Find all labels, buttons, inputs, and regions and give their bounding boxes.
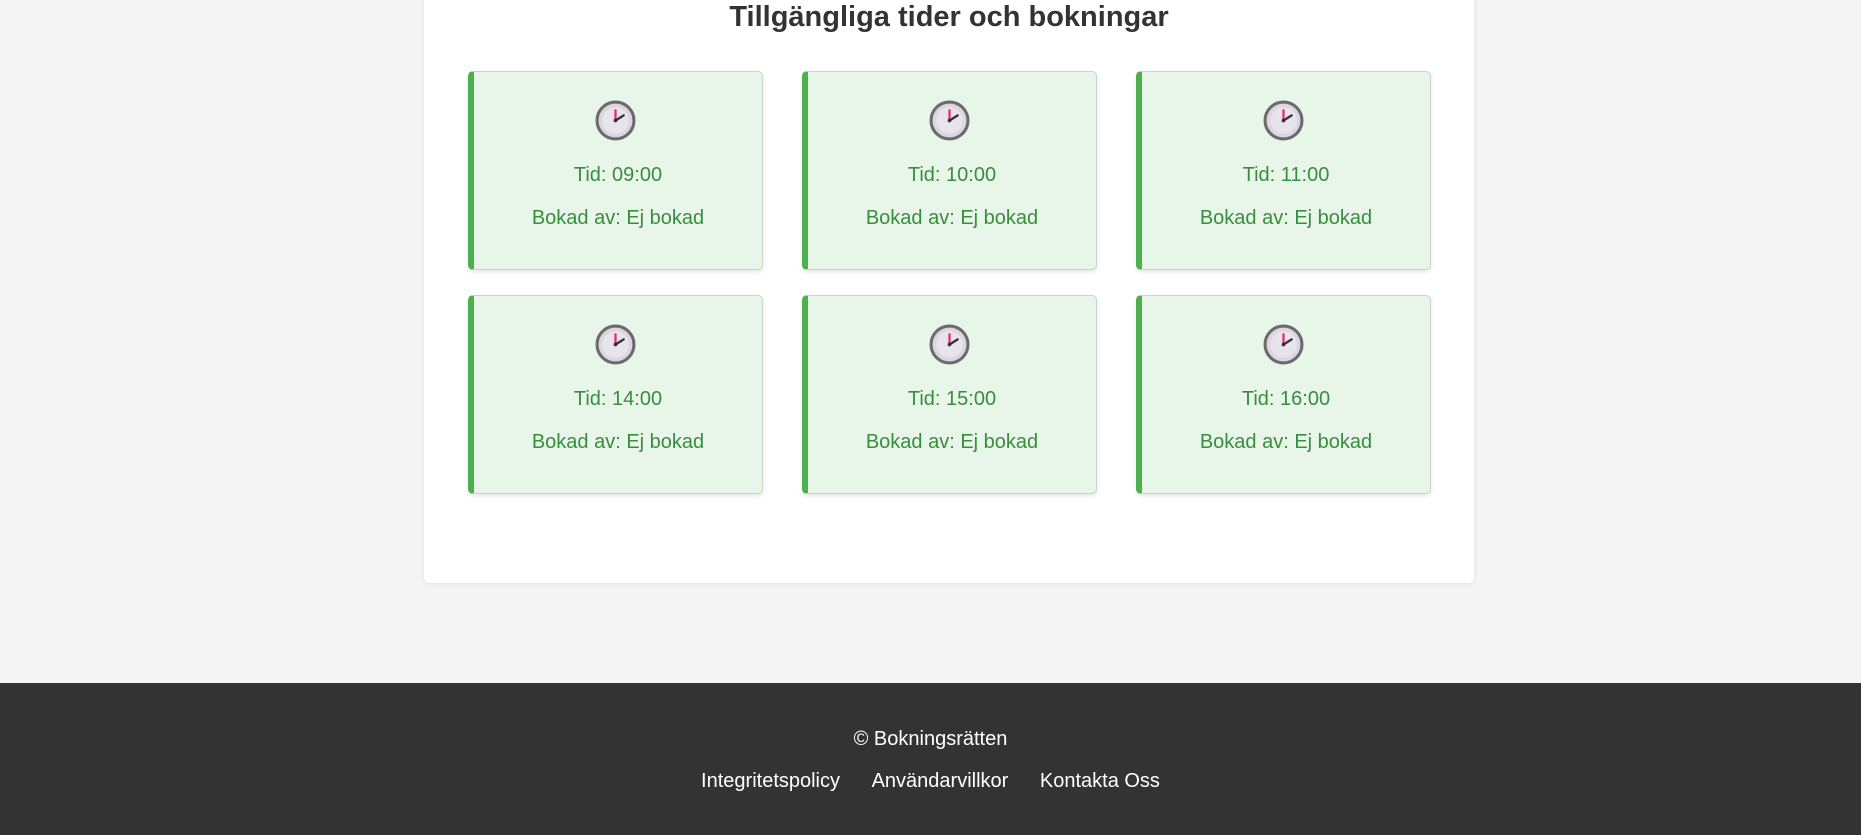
slot-time: Tid: 14:00 — [573, 388, 663, 410]
clock-icon — [1263, 324, 1304, 365]
slot-booked-by: Bokad av: Ej bokad — [531, 207, 705, 229]
slot-time: Tid: 09:00 — [573, 164, 663, 186]
slot-booked-by: Bokad av: Ej bokad — [1199, 431, 1373, 453]
footer-link-terms[interactable]: Användarvillkor — [872, 770, 1009, 792]
footer-link-privacy-policy[interactable]: Integritetspolicy — [701, 770, 840, 792]
footer-links: Integritetspolicy Användarvillkor Kontak… — [0, 770, 1861, 793]
slot-booked-by: Bokad av: Ej bokad — [531, 431, 705, 453]
time-slot-card[interactable]: Tid: 09:00 Bokad av: Ej bokad — [468, 71, 763, 270]
footer-link-contact[interactable]: Kontakta Oss — [1040, 770, 1160, 792]
time-slot-card[interactable]: Tid: 16:00 Bokad av: Ej bokad — [1136, 295, 1431, 494]
slot-booked-by: Bokad av: Ej bokad — [1199, 207, 1373, 229]
clock-icon — [595, 100, 636, 141]
clock-icon — [595, 324, 636, 365]
clock-icon — [929, 324, 970, 365]
clock-icon — [929, 100, 970, 141]
slot-booked-by: Bokad av: Ej bokad — [865, 431, 1039, 453]
site-footer: © Bokningsrätten Integritetspolicy Använ… — [0, 683, 1861, 835]
slot-time: Tid: 11:00 — [1242, 164, 1330, 186]
time-slot-card[interactable]: Tid: 11:00 Bokad av: Ej bokad — [1136, 71, 1431, 270]
slot-time: Tid: 16:00 — [1241, 388, 1331, 410]
booking-panel: Tillgängliga tider och bokningar Tid: 09… — [424, 0, 1474, 583]
slot-time: Tid: 15:00 — [907, 388, 997, 410]
slot-booked-by: Bokad av: Ej bokad — [865, 207, 1039, 229]
time-slot-grid: Tid: 09:00 Bokad av: Ej bokad Tid: 10:00… — [468, 71, 1431, 494]
time-slot-card[interactable]: Tid: 10:00 Bokad av: Ej bokad — [802, 71, 1097, 270]
time-slot-card[interactable]: Tid: 15:00 Bokad av: Ej bokad — [802, 295, 1097, 494]
slot-time: Tid: 10:00 — [907, 164, 997, 186]
footer-copyright: © Bokningsrätten — [853, 728, 1008, 750]
page-title: Tillgängliga tider och bokningar — [729, 1, 1169, 33]
time-slot-card[interactable]: Tid: 14:00 Bokad av: Ej bokad — [468, 295, 763, 494]
clock-icon — [1263, 100, 1304, 141]
